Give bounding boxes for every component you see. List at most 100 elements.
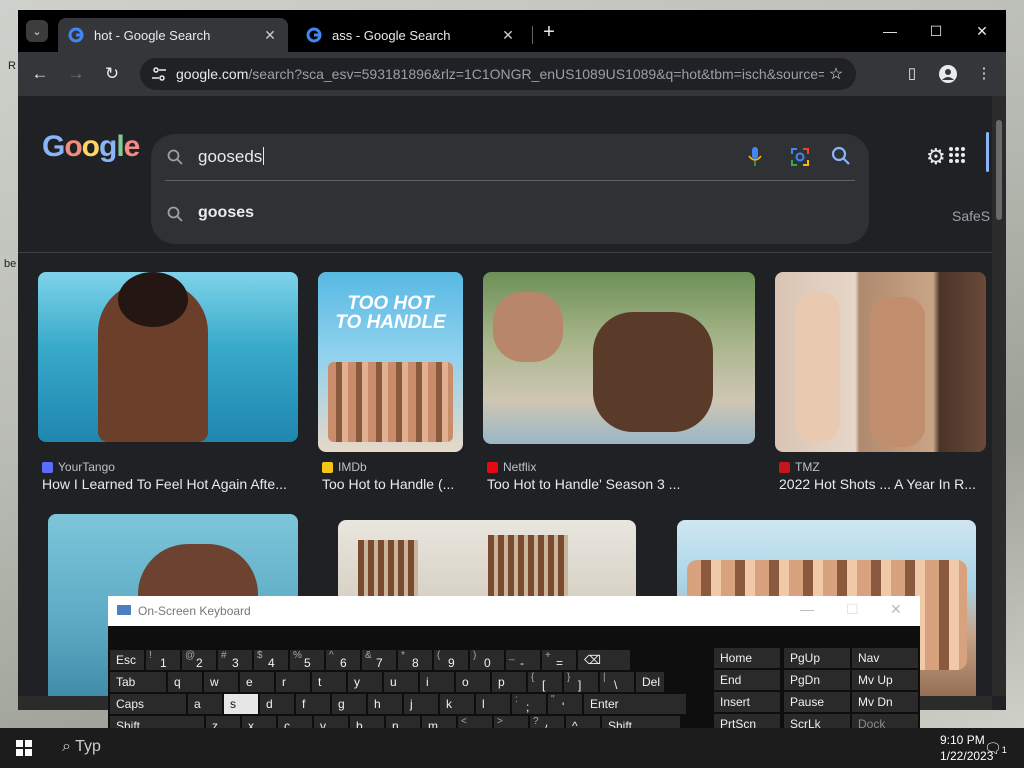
sign-in-button-edge[interactable]: [986, 132, 989, 172]
key-2-3[interactable]: d: [260, 694, 294, 714]
windows-start-icon[interactable]: [16, 740, 32, 756]
tab-search-button[interactable]: ⌄: [26, 20, 48, 42]
key-2-9[interactable]: l: [476, 694, 510, 714]
key-2-7[interactable]: j: [404, 694, 438, 714]
key-2-11[interactable]: ' ": [548, 694, 582, 714]
key-2-12[interactable]: Enter: [584, 694, 686, 714]
key-2-2[interactable]: s: [224, 694, 258, 714]
address-bar[interactable]: google.com/search?sca_esv=593181896&rlz=…: [140, 58, 856, 90]
microphone-icon[interactable]: [747, 146, 763, 168]
key-2-5[interactable]: g: [332, 694, 366, 714]
bookmark-star-icon[interactable]: ☆: [824, 64, 848, 84]
key-0-8[interactable]: 8 *: [398, 650, 432, 670]
key-1-12[interactable]: ]}: [564, 672, 598, 692]
menu-kebab-icon[interactable]: ⋮: [972, 62, 996, 86]
key-0-4[interactable]: 4 $: [254, 650, 288, 670]
forward-arrow-icon[interactable]: →: [64, 62, 88, 86]
search-suggestion[interactable]: gooses: [198, 204, 254, 222]
new-tab-button[interactable]: +: [538, 22, 560, 44]
apps-grid-icon[interactable]: [948, 146, 966, 164]
result-title-1[interactable]: How I Learned To Feel Hot Again Afte...: [42, 476, 297, 492]
result-source-4[interactable]: TMZ: [779, 460, 820, 474]
nav-key-1-2[interactable]: Mv Up: [852, 670, 918, 690]
key-1-14[interactable]: Del: [636, 672, 664, 692]
key-0-3[interactable]: 3 #: [218, 650, 252, 670]
key-2-1[interactable]: a: [188, 694, 222, 714]
key-0-5[interactable]: 5%: [290, 650, 324, 670]
side-panel-icon[interactable]: ▯: [900, 62, 924, 86]
key-1-6[interactable]: y: [348, 672, 382, 692]
key-2-4[interactable]: f: [296, 694, 330, 714]
key-0-0[interactable]: Esc: [110, 650, 144, 670]
key-1-13[interactable]: \ |: [600, 672, 634, 692]
key-0-7[interactable]: 7 &: [362, 650, 396, 670]
key-0-12[interactable]: = +: [542, 650, 576, 670]
site-info-icon[interactable]: [150, 65, 168, 83]
result-image-1[interactable]: [38, 272, 298, 442]
close-window-button[interactable]: ✕: [962, 18, 1002, 44]
back-arrow-icon[interactable]: ←: [28, 62, 52, 86]
key-1-2[interactable]: w: [204, 672, 238, 692]
result-source-1[interactable]: YourTango: [42, 460, 115, 474]
maximize-button[interactable]: ☐: [916, 18, 956, 44]
keyboard-maximize-button[interactable]: ☐: [846, 601, 859, 618]
result-title-4[interactable]: 2022 Hot Shots ... A Year In R...: [779, 476, 984, 492]
nav-key-2-1[interactable]: Pause: [784, 692, 850, 712]
settings-gear-icon[interactable]: ⚙: [926, 144, 946, 170]
safesearch-label[interactable]: SafeS: [952, 208, 990, 224]
taskbar-search[interactable]: ⌕ Typ: [62, 738, 101, 756]
key-0-9[interactable]: 9(: [434, 650, 468, 670]
result-image-3[interactable]: [483, 272, 755, 444]
notification-icon[interactable]: 🗨1: [984, 740, 1007, 757]
key-2-10[interactable]: ;:: [512, 694, 546, 714]
key-1-10[interactable]: p: [492, 672, 526, 692]
key-1-3[interactable]: e: [240, 672, 274, 692]
scrollbar-thumb[interactable]: [996, 120, 1002, 220]
key-1-0[interactable]: Tab: [110, 672, 166, 692]
key-0-2[interactable]: 2 @: [182, 650, 216, 670]
key-1-8[interactable]: i: [420, 672, 454, 692]
key-0-10[interactable]: 0): [470, 650, 504, 670]
google-logo[interactable]: Google: [42, 130, 140, 164]
search-submit-icon[interactable]: [831, 146, 851, 166]
nav-key-0-0[interactable]: Home: [714, 648, 780, 668]
keyboard-minimize-button[interactable]: —: [800, 601, 814, 617]
key-1-11[interactable]: [{: [528, 672, 562, 692]
result-image-2[interactable]: TOO HOT TO HANDLE: [318, 272, 463, 452]
key-1-9[interactable]: o: [456, 672, 490, 692]
close-tab-icon[interactable]: ✕: [260, 27, 280, 44]
nav-key-1-1[interactable]: PgDn: [784, 670, 850, 690]
tab-ass[interactable]: ass - Google Search ✕: [296, 18, 526, 52]
close-tab-icon[interactable]: ✕: [498, 27, 518, 44]
tab-hot[interactable]: hot - Google Search ✕: [58, 18, 288, 52]
nav-key-1-0[interactable]: End: [714, 670, 780, 690]
nav-key-0-1[interactable]: PgUp: [784, 648, 850, 668]
key-2-8[interactable]: k: [440, 694, 474, 714]
result-source-2[interactable]: IMDb: [322, 460, 367, 474]
desktop-label-1: R: [8, 60, 16, 72]
result-image-4[interactable]: [775, 272, 986, 452]
nav-key-2-0[interactable]: Insert: [714, 692, 780, 712]
google-lens-icon[interactable]: [789, 146, 811, 168]
key-0-11[interactable]: - _: [506, 650, 540, 670]
key-0-13[interactable]: ⌫: [578, 650, 630, 670]
nav-key-2-2[interactable]: Mv Dn: [852, 692, 918, 712]
key-1-5[interactable]: t: [312, 672, 346, 692]
key-2-0[interactable]: Caps: [110, 694, 186, 714]
key-1-7[interactable]: u: [384, 672, 418, 692]
keyboard-title-bar[interactable]: On-Screen Keyboard — ☐ ✕: [108, 596, 920, 626]
result-source-3[interactable]: Netflix: [487, 460, 536, 474]
nav-key-0-2[interactable]: Nav: [852, 648, 918, 668]
key-0-6[interactable]: 6 ^: [326, 650, 360, 670]
key-2-6[interactable]: h: [368, 694, 402, 714]
profile-icon[interactable]: [936, 62, 960, 86]
result-title-2[interactable]: Too Hot to Handle (...: [322, 476, 467, 492]
result-title-3[interactable]: Too Hot to Handle' Season 3 ...: [487, 476, 755, 492]
keyboard-close-button[interactable]: ✕: [890, 601, 902, 618]
key-0-1[interactable]: 1!: [146, 650, 180, 670]
minimize-button[interactable]: —: [870, 18, 910, 44]
search-input[interactable]: gooseds: [198, 147, 265, 167]
reload-icon[interactable]: ↻: [100, 62, 124, 86]
key-1-4[interactable]: r: [276, 672, 310, 692]
key-1-1[interactable]: q: [168, 672, 202, 692]
